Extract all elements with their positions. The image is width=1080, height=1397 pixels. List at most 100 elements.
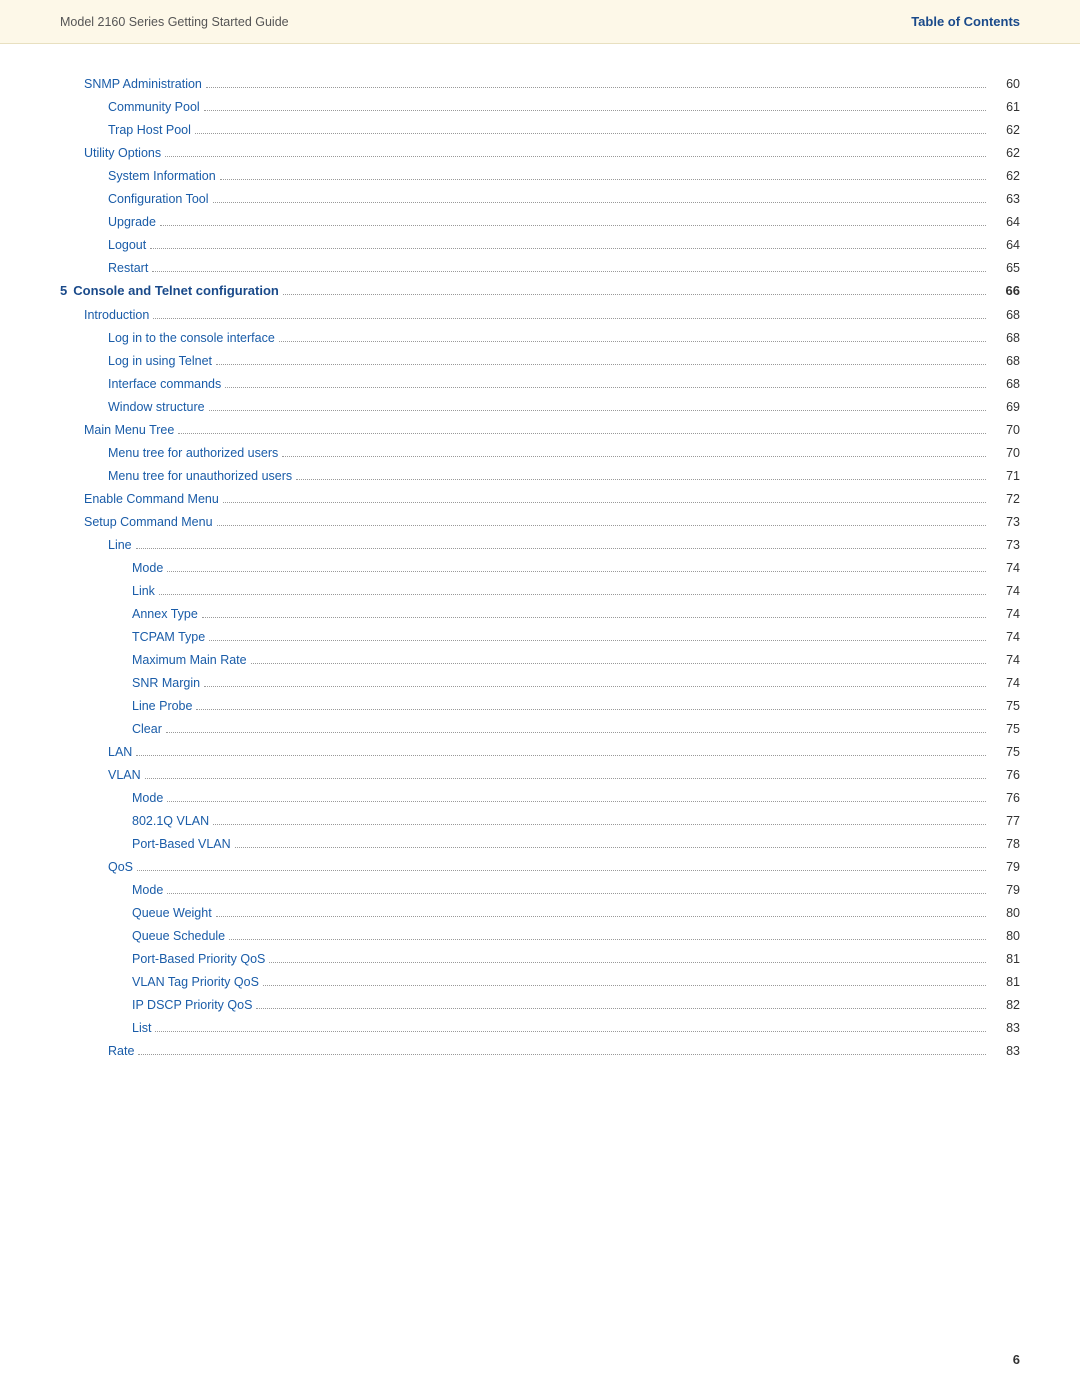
toc-page: 70 bbox=[990, 420, 1020, 440]
toc-link[interactable]: Port-Based Priority QoS bbox=[132, 949, 265, 969]
toc-page: 80 bbox=[990, 903, 1020, 923]
toc-page: 75 bbox=[990, 742, 1020, 762]
toc-link[interactable]: LAN bbox=[108, 742, 132, 762]
toc-link[interactable]: Queue Schedule bbox=[132, 926, 225, 946]
toc-row: Clear75 bbox=[60, 719, 1020, 739]
toc-link[interactable]: Trap Host Pool bbox=[108, 120, 191, 140]
toc-page: 78 bbox=[990, 834, 1020, 854]
section-number: 5 bbox=[60, 281, 67, 302]
toc-row: Interface commands68 bbox=[60, 374, 1020, 394]
toc-page: 64 bbox=[990, 212, 1020, 232]
toc-leader bbox=[178, 433, 986, 434]
toc-page: 64 bbox=[990, 235, 1020, 255]
toc-row: System Information 62 bbox=[60, 166, 1020, 186]
toc-link[interactable]: Log in using Telnet bbox=[108, 351, 212, 371]
toc-row: Mode76 bbox=[60, 788, 1020, 808]
toc-leader bbox=[223, 502, 986, 503]
page-header: Model 2160 Series Getting Started Guide … bbox=[0, 0, 1080, 44]
toc-row: Line73 bbox=[60, 535, 1020, 555]
toc-link[interactable]: Console and Telnet configuration bbox=[73, 281, 279, 302]
toc-link[interactable]: Maximum Main Rate bbox=[132, 650, 247, 670]
toc-link[interactable]: Line bbox=[108, 535, 132, 555]
toc-leader bbox=[136, 548, 986, 549]
toc-link[interactable]: Link bbox=[132, 581, 155, 601]
toc-link[interactable]: Queue Weight bbox=[132, 903, 212, 923]
toc-link[interactable]: Community Pool bbox=[108, 97, 200, 117]
toc-link[interactable]: VLAN bbox=[108, 765, 141, 785]
toc-leader bbox=[195, 133, 986, 134]
toc-link[interactable]: Upgrade bbox=[108, 212, 156, 232]
toc-leader bbox=[167, 571, 986, 572]
toc-leader bbox=[229, 939, 986, 940]
toc-link[interactable]: VLAN Tag Priority QoS bbox=[132, 972, 259, 992]
toc-link[interactable]: Port-Based VLAN bbox=[132, 834, 231, 854]
toc-page: 83 bbox=[990, 1041, 1020, 1061]
toc-row: QoS79 bbox=[60, 857, 1020, 877]
toc-link[interactable]: Configuration Tool bbox=[108, 189, 209, 209]
toc-leader bbox=[152, 271, 986, 272]
toc-link[interactable]: Setup Command Menu bbox=[84, 512, 213, 532]
toc-link[interactable]: Window structure bbox=[108, 397, 205, 417]
toc-page: 76 bbox=[990, 765, 1020, 785]
toc-link[interactable]: Menu tree for unauthorized users bbox=[108, 466, 292, 486]
toc-link[interactable]: 802.1Q VLAN bbox=[132, 811, 209, 831]
toc-leader bbox=[269, 962, 986, 963]
toc-row: IP DSCP Priority QoS 82 bbox=[60, 995, 1020, 1015]
toc-leader bbox=[263, 985, 986, 986]
toc-link[interactable]: TCPAM Type bbox=[132, 627, 205, 647]
toc-link[interactable]: Logout bbox=[108, 235, 146, 255]
toc-leader bbox=[150, 248, 986, 249]
toc-row: Annex Type74 bbox=[60, 604, 1020, 624]
toc-page: 63 bbox=[990, 189, 1020, 209]
toc-link[interactable]: SNR Margin bbox=[132, 673, 200, 693]
toc-link[interactable]: Introduction bbox=[84, 305, 149, 325]
toc-link[interactable]: Rate bbox=[108, 1041, 134, 1061]
toc-link[interactable]: Log in to the console interface bbox=[108, 328, 275, 348]
toc-link[interactable]: Annex Type bbox=[132, 604, 198, 624]
toc-row: Port-Based VLAN 78 bbox=[60, 834, 1020, 854]
toc-row: SNR Margin74 bbox=[60, 673, 1020, 693]
toc-link[interactable]: Menu tree for authorized users bbox=[108, 443, 278, 463]
toc-row: LAN 75 bbox=[60, 742, 1020, 762]
toc-row: Window structure69 bbox=[60, 397, 1020, 417]
toc-leader bbox=[206, 87, 986, 88]
toc-leader bbox=[138, 1054, 986, 1055]
toc-row: Utility Options62 bbox=[60, 143, 1020, 163]
toc-leader bbox=[296, 479, 986, 480]
toc-link[interactable]: Mode bbox=[132, 880, 163, 900]
toc-page: 74 bbox=[990, 627, 1020, 647]
toc-leader bbox=[145, 778, 986, 779]
toc-link[interactable]: Mode bbox=[132, 558, 163, 578]
toc-link[interactable]: SNMP Administration bbox=[84, 74, 202, 94]
toc-leader bbox=[251, 663, 986, 664]
toc-link[interactable]: Interface commands bbox=[108, 374, 221, 394]
toc-link[interactable]: List bbox=[132, 1018, 151, 1038]
toc-row: 5Console and Telnet configuration66 bbox=[60, 281, 1020, 302]
toc-leader bbox=[283, 294, 986, 295]
toc-leader bbox=[153, 318, 986, 319]
toc-link[interactable]: Clear bbox=[132, 719, 162, 739]
toc-link[interactable]: Utility Options bbox=[84, 143, 161, 163]
toc-leader bbox=[159, 594, 986, 595]
toc-leader bbox=[216, 364, 986, 365]
toc-leader bbox=[204, 686, 986, 687]
toc-link[interactable]: Mode bbox=[132, 788, 163, 808]
toc-link[interactable]: Line Probe bbox=[132, 696, 192, 716]
toc-page: 70 bbox=[990, 443, 1020, 463]
toc-leader bbox=[213, 824, 986, 825]
toc-link[interactable]: System Information bbox=[108, 166, 216, 186]
toc-row: Port-Based Priority QoS81 bbox=[60, 949, 1020, 969]
toc-link[interactable]: IP DSCP Priority QoS bbox=[132, 995, 252, 1015]
toc-link[interactable]: Restart bbox=[108, 258, 148, 278]
toc-row: Mode79 bbox=[60, 880, 1020, 900]
toc-row: Enable Command Menu72 bbox=[60, 489, 1020, 509]
toc-link[interactable]: Main Menu Tree bbox=[84, 420, 174, 440]
toc-page: 62 bbox=[990, 166, 1020, 186]
toc-row: Line Probe75 bbox=[60, 696, 1020, 716]
toc-leader bbox=[160, 225, 986, 226]
toc-page: 65 bbox=[990, 258, 1020, 278]
toc-page: 82 bbox=[990, 995, 1020, 1015]
toc-row: Introduction68 bbox=[60, 305, 1020, 325]
toc-link[interactable]: Enable Command Menu bbox=[84, 489, 219, 509]
toc-link[interactable]: QoS bbox=[108, 857, 133, 877]
